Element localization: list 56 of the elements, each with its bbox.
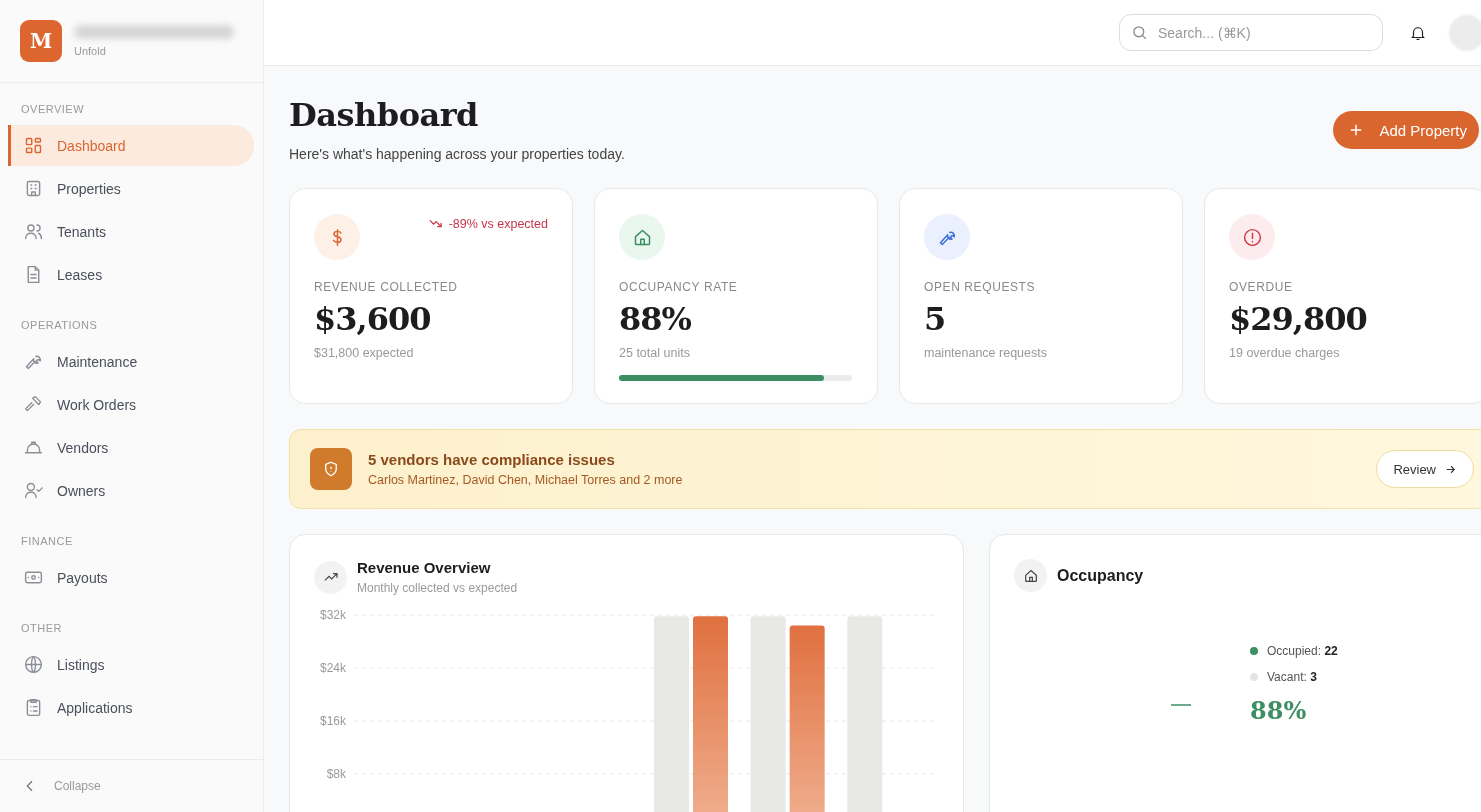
shield-icon	[310, 448, 352, 490]
trending-up-icon	[314, 560, 347, 594]
sidebar-item[interactable]: Leases	[8, 254, 254, 295]
stat-label: OVERDUE	[1229, 280, 1294, 294]
axis-tick-label: $24k	[319, 661, 346, 675]
sidebar-item[interactable]: Listings	[8, 644, 254, 685]
stat-value: 88%	[619, 300, 692, 338]
card-subtitle: Monthly collected vs expected	[357, 581, 518, 595]
occupancy-percent: 88%	[1250, 696, 1308, 725]
axis-tick-label: $16k	[319, 714, 346, 728]
stat-note: $31,800 expected	[314, 346, 415, 360]
axis-tick-label: $32k	[319, 608, 346, 622]
stat-label: REVENUE COLLECTED	[314, 280, 459, 294]
stat-value: 5	[924, 300, 947, 338]
sidebar-item[interactable]: Work Orders	[8, 384, 254, 425]
stat-value: $3,600	[314, 300, 432, 338]
sidebar-item[interactable]: Maintenance	[8, 341, 254, 382]
card-title: Occupancy	[1057, 566, 1144, 585]
legend-label: Vacant: 3	[1267, 670, 1317, 684]
review-button[interactable]: Review	[1376, 450, 1474, 488]
alert-title: 5 vendors have compliance issues	[368, 451, 616, 468]
globe-icon	[23, 654, 44, 675]
stat-label: OCCUPANCY RATE	[619, 280, 739, 294]
sidebar-item[interactable]: Vendors	[8, 427, 254, 468]
axis-tick-label: $8k	[326, 767, 346, 781]
stat-note: maintenance requests	[924, 346, 1048, 360]
sidebar-item[interactable]: Applications	[8, 687, 254, 728]
sidebar-item[interactable]: Owners	[8, 470, 254, 511]
house-icon	[1014, 559, 1047, 592]
grid-icon	[23, 135, 44, 156]
sidebar-item[interactable]: Tenants	[8, 211, 254, 252]
brand-subtitle: Unfold	[74, 45, 107, 57]
donut-segment	[1170, 702, 1192, 707]
page-title: Dashboard	[289, 96, 479, 134]
trend-text: -89% vs expected	[448, 216, 548, 231]
search-icon	[1131, 24, 1148, 41]
alert-text: Carlos Martinez, David Chen, Michael Torres and 2 more	[368, 473, 684, 487]
alert-icon	[1241, 226, 1263, 248]
sidebar-item[interactable]: Payouts	[8, 557, 254, 598]
page-subtitle: Here's what's happening across your properties today.	[289, 146, 625, 162]
stat-value: $29,800	[1229, 300, 1368, 338]
stat-note: 19 overdue charges	[1229, 346, 1341, 360]
section-heading: OVERVIEW	[20, 102, 86, 117]
sidebar-item[interactable]: Properties	[8, 168, 254, 209]
add-property-button[interactable]: Add Property	[1333, 111, 1479, 149]
card-title: Revenue Overview	[357, 559, 492, 576]
user-check-icon	[23, 480, 44, 501]
section-heading: FINANCE	[20, 534, 74, 549]
section-heading: OTHER	[20, 621, 63, 636]
search-field[interactable]: Search... (⌘K)	[1119, 14, 1383, 51]
legend-label: Occupied: 22	[1267, 644, 1338, 658]
stat-label: OPEN REQUESTS	[924, 280, 1037, 294]
logo: M	[20, 20, 62, 62]
users-icon	[23, 221, 44, 242]
stat-note: 25 total units	[619, 346, 691, 360]
section-heading: OPERATIONS	[20, 318, 99, 333]
